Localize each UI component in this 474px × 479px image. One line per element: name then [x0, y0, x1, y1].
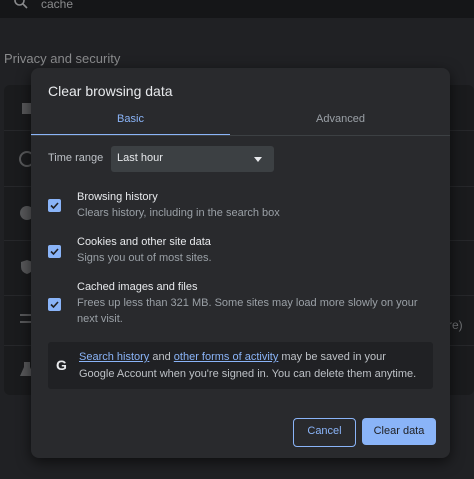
- tab-advanced[interactable]: Advanced: [241, 108, 440, 136]
- time-range-value: Last hour: [117, 152, 163, 164]
- info-text: Search history and other forms of activi…: [79, 349, 424, 383]
- dialog-title: Clear browsing data: [48, 83, 173, 99]
- option-description: Signs you out of most sites.: [77, 252, 212, 264]
- cookies-checkbox[interactable]: [48, 245, 61, 258]
- google-g-icon: G: [56, 357, 67, 373]
- option-title: Browsing history: [77, 191, 158, 203]
- section-title: Privacy and security: [4, 51, 121, 66]
- checkmark-icon: [50, 301, 59, 309]
- checkmark-icon: [50, 202, 59, 210]
- time-range-select[interactable]: Last hour: [111, 146, 274, 172]
- divider: [31, 135, 450, 136]
- clear-browsing-data-dialog: Clear browsing data Basic Advanced Time …: [31, 68, 450, 458]
- option-description: Clears history, including in the search …: [77, 207, 280, 219]
- checkmark-icon: [50, 248, 59, 256]
- info-text-part: and: [149, 351, 174, 363]
- browsing-history-checkbox[interactable]: [48, 199, 61, 212]
- background-partial-text: re): [448, 318, 463, 332]
- option-title: Cached images and files: [77, 281, 198, 293]
- option-title: Cookies and other site data: [77, 236, 211, 248]
- other-activity-link[interactable]: other forms of activity: [174, 351, 279, 363]
- tab-bar: Basic Advanced: [31, 108, 450, 136]
- search-icon: [14, 0, 28, 9]
- option-description: Frees up less than 321 MB. Some sites ma…: [77, 297, 418, 325]
- search-input-value: cache: [41, 0, 74, 11]
- cancel-button[interactable]: Cancel: [293, 418, 356, 447]
- tab-basic[interactable]: Basic: [31, 108, 230, 136]
- time-range-label: Time range: [48, 152, 104, 164]
- cached-images-checkbox[interactable]: [48, 298, 61, 311]
- clear-data-button[interactable]: Clear data: [362, 418, 436, 445]
- google-account-info-box: G Search history and other forms of acti…: [48, 342, 433, 389]
- settings-search-bar[interactable]: cache: [0, 0, 474, 18]
- search-history-link[interactable]: Search history: [79, 351, 149, 363]
- chevron-down-icon: [254, 157, 262, 162]
